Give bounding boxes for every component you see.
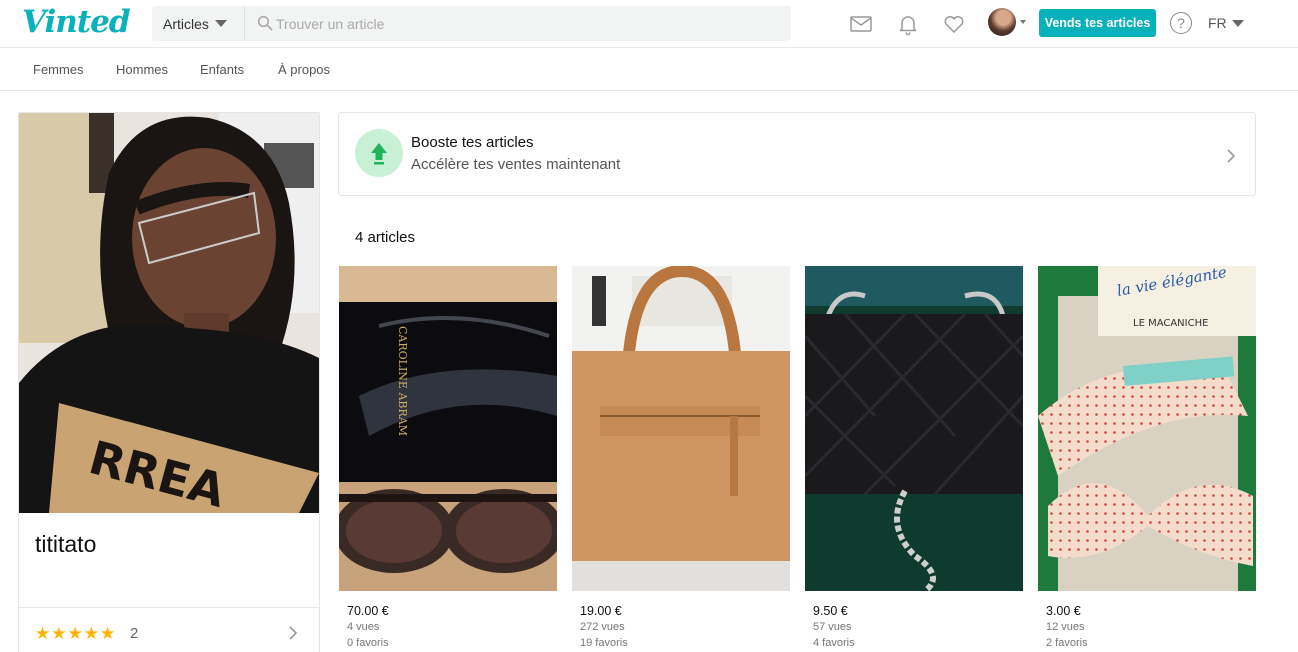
heart-icon[interactable] [942,12,966,36]
top-header: Vinted Articles Vends tes articles ? FR [0,0,1298,48]
item-photo[interactable]: la vie élégante LE MACANICHE [1038,263,1256,591]
item-views: 272 vues [580,621,625,633]
profile-username: tititato [35,531,97,557]
profile-photo: RREA [19,113,319,513]
item-views: 57 vues [813,621,852,633]
vinted-logo[interactable]: Vinted [22,4,131,40]
item-card[interactable]: la vie élégante LE MACANICHE 3.00 € 12 v… [1038,263,1256,652]
svg-text:CAROLINE ABRAM: CAROLINE ABRAM [396,326,409,436]
chevron-down-icon [1231,19,1244,27]
item-price: 70.00 € [347,604,389,618]
chevron-down-icon [214,20,227,27]
nav-enfants[interactable]: Enfants [200,62,244,77]
item-card[interactable]: CAROLINE ABRAM 70.00 € 4 vues 0 favoris [334,266,564,652]
item-favorites: 0 favoris [347,637,389,649]
language-selector[interactable]: FR [1208,15,1244,31]
category-nav: Femmes Hommes Enfants À propos [0,49,1298,91]
category-label: Articles [163,15,209,32]
item-photo[interactable] [803,266,1025,594]
rating-stars: ★★★★★ [35,624,117,643]
review-count: 2 [130,625,139,642]
item-favorites: 4 favoris [813,637,855,649]
item-photo[interactable]: CAROLINE ABRAM [334,266,564,591]
bell-icon[interactable] [896,12,920,36]
item-stats: 272 vues 19 favoris [572,620,790,652]
item-card[interactable]: 9.50 € 57 vues 4 favoris [803,266,1025,652]
chevron-down-icon[interactable] [1020,20,1026,24]
item-price: 3.00 € [1046,604,1081,618]
item-favorites: 19 favoris [580,637,628,649]
nav-a-propos[interactable]: À propos [278,62,330,77]
item-price: 9.50 € [813,604,848,618]
boost-subtitle: Accélère tes ventes maintenant [411,156,621,173]
profile-card: RREA tititato ★★★★★ 2 [18,112,320,652]
item-stats: 4 vues 0 favoris [339,620,557,652]
boost-banner[interactable]: Booste tes articles Accélère tes ventes … [338,112,1256,196]
mail-icon[interactable] [849,12,873,36]
search-icon [257,15,273,31]
item-price: 19.00 € [580,604,622,618]
divider [19,607,319,608]
help-icon[interactable]: ? [1170,12,1192,34]
boost-title: Booste tes articles [411,134,534,151]
nav-hommes[interactable]: Hommes [116,62,168,77]
item-card[interactable]: 19.00 € 272 vues 19 favoris [572,264,790,652]
item-photo[interactable] [572,264,790,591]
chevron-right-icon[interactable] [287,625,299,641]
user-avatar[interactable] [988,8,1016,36]
item-favorites: 2 favoris [1046,637,1088,649]
search-input[interactable] [276,6,776,41]
item-views: 12 vues [1046,621,1085,633]
arrow-up-icon [371,143,387,165]
boost-badge [355,129,403,177]
article-count: 4 articles [355,229,416,246]
svg-text:LE MACANICHE: LE MACANICHE [1133,318,1208,329]
item-stats: 12 vues 2 favoris [1038,620,1256,652]
nav-femmes[interactable]: Femmes [33,62,84,77]
chevron-right-icon [1227,149,1236,163]
category-dropdown[interactable]: Articles [152,6,245,41]
language-label: FR [1208,15,1227,31]
item-views: 4 vues [347,621,380,633]
item-stats: 57 vues 4 favoris [805,620,1023,652]
sell-items-button[interactable]: Vends tes articles [1039,9,1156,37]
search-bar: Articles [152,6,791,41]
